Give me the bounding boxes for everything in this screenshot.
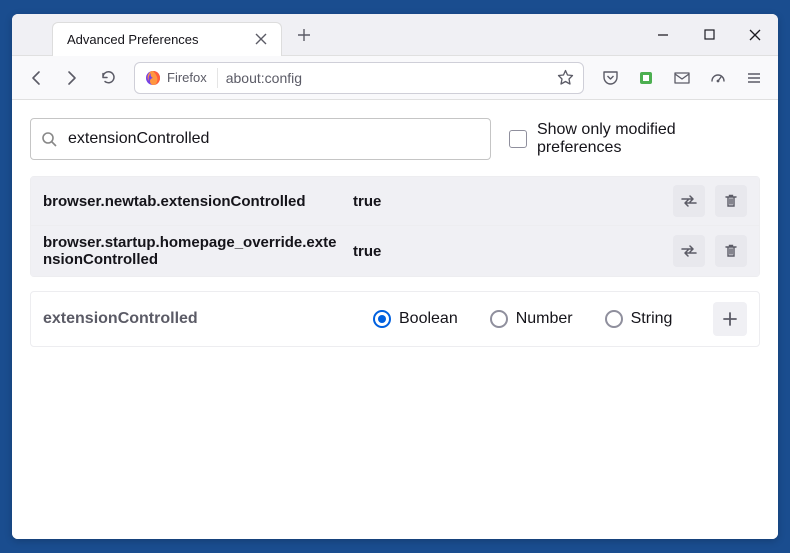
window-controls	[640, 14, 778, 56]
identity-box[interactable]: Firefox	[139, 68, 218, 88]
dashboard-icon[interactable]	[702, 62, 734, 94]
radio-string[interactable]: String	[605, 310, 673, 328]
checkbox-icon	[509, 130, 527, 148]
add-pref-row: extensionControlled Boolean Number Strin…	[30, 291, 760, 347]
table-row[interactable]: browser.newtab.extensionControlled true	[31, 177, 759, 226]
forward-button[interactable]	[56, 62, 88, 94]
toggle-button[interactable]	[673, 185, 705, 217]
back-button[interactable]	[20, 62, 52, 94]
close-window-button[interactable]	[732, 14, 778, 56]
pref-value: true	[353, 193, 673, 210]
search-icon	[41, 131, 58, 148]
pref-value: true	[353, 243, 673, 260]
show-modified-label: Show only modified preferences	[537, 121, 760, 157]
radio-icon	[373, 310, 391, 328]
radio-boolean[interactable]: Boolean	[373, 310, 458, 328]
maximize-button[interactable]	[686, 14, 732, 56]
mail-icon[interactable]	[666, 62, 698, 94]
bookmark-star-icon[interactable]	[551, 64, 579, 92]
browser-window: Advanced Preferences	[12, 14, 778, 539]
close-tab-icon[interactable]	[251, 29, 271, 49]
new-tab-button[interactable]	[288, 19, 320, 51]
pref-name: browser.startup.homepage_override.extens…	[43, 234, 353, 268]
pref-table: browser.newtab.extensionControlled true …	[30, 176, 760, 277]
radio-number[interactable]: Number	[490, 310, 573, 328]
url-text: about:config	[226, 70, 551, 86]
radio-icon	[605, 310, 623, 328]
toggle-button[interactable]	[673, 235, 705, 267]
search-input[interactable]	[68, 130, 480, 148]
radio-icon	[490, 310, 508, 328]
delete-button[interactable]	[715, 185, 747, 217]
delete-button[interactable]	[715, 235, 747, 267]
reload-button[interactable]	[92, 62, 124, 94]
identity-label: Firefox	[167, 70, 207, 85]
extension-icon[interactable]	[630, 62, 662, 94]
pocket-icon[interactable]	[594, 62, 626, 94]
about-config-content: Show only modified preferences browser.n…	[12, 100, 778, 539]
titlebar: Advanced Preferences	[12, 14, 778, 56]
tab-advanced-preferences[interactable]: Advanced Preferences	[52, 22, 282, 56]
show-modified-checkbox[interactable]: Show only modified preferences	[509, 121, 760, 157]
url-bar[interactable]: Firefox about:config	[134, 62, 584, 94]
pref-search-box[interactable]	[30, 118, 491, 160]
new-pref-name: extensionControlled	[43, 310, 373, 328]
minimize-button[interactable]	[640, 14, 686, 56]
pref-name: browser.newtab.extensionControlled	[43, 193, 353, 210]
tab-title: Advanced Preferences	[67, 32, 251, 47]
table-row[interactable]: browser.startup.homepage_override.extens…	[31, 226, 759, 276]
type-radio-group: Boolean Number String	[373, 310, 713, 328]
menu-button[interactable]	[738, 62, 770, 94]
firefox-icon	[145, 70, 161, 86]
add-button[interactable]	[713, 302, 747, 336]
nav-toolbar: Firefox about:config	[12, 56, 778, 100]
